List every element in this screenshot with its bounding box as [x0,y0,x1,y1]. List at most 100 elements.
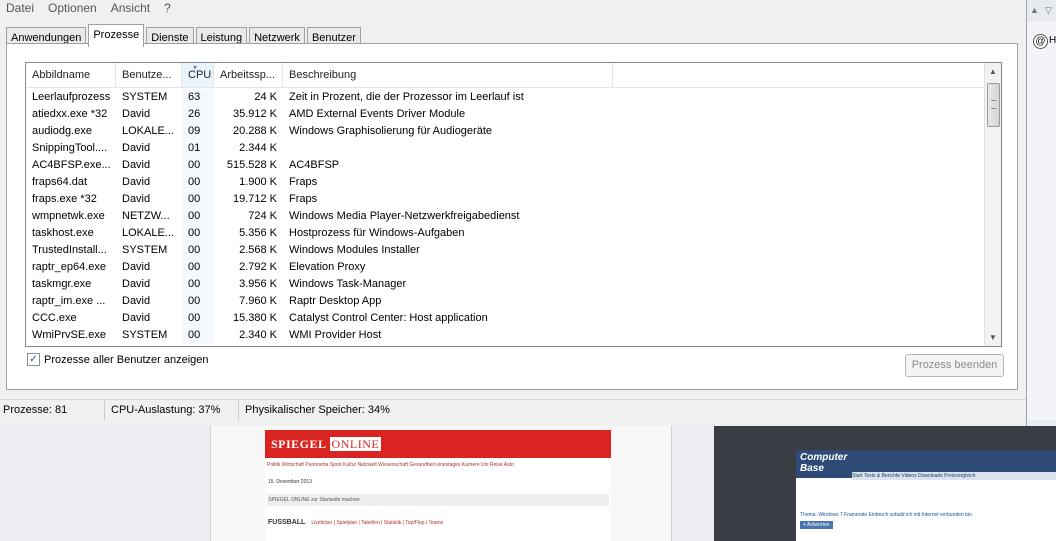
process-name: SnippingTool.... [32,142,108,154]
column-user[interactable]: Benutze... [116,63,182,87]
process-user: LOKALE... [122,227,174,239]
processes-panel: Abbildname Benutze... ▾ CPU Arbeitssp...… [6,43,1018,390]
computerbase-reply-button: + Antworten [800,521,833,529]
process-memory: 3.956 K [239,278,277,290]
scrollbar-thumb[interactable] [987,83,1000,127]
process-cpu: 00 [182,191,214,208]
process-user: SYSTEM [122,329,168,341]
process-row[interactable]: Leerlaufprozess SYSTEM 63 24 K Zeit in Proze… [26,89,984,106]
process-name: CCC.exe [32,312,77,324]
process-description: Windows Task-Manager [289,278,407,290]
process-cpu: 00 [182,310,214,327]
checkmark-icon[interactable]: ✓ [27,353,40,366]
menu-optionen[interactable]: Optionen [48,1,97,15]
column-cpu-label: CPU [188,69,212,81]
menu-datei[interactable]: Datei [6,1,34,15]
process-description: Fraps [289,176,318,188]
process-row[interactable]: atiedxx.exe *32 David 26 35.912 K AMD Extern… [26,106,984,123]
scroll-up-icon[interactable]: ▲ [985,63,1001,80]
process-row[interactable]: raptr_im.exe ... David 00 7.960 K Raptr Desk… [26,293,984,310]
process-user: David [122,176,151,188]
process-memory: 724 K [248,210,277,222]
process-row[interactable]: raptr_ep64.exe David 00 2.792 K Elevation Pr… [26,259,984,276]
process-description: Zeit in Prozent, die der Prozessor im Le… [289,91,524,103]
process-row[interactable]: AC4BFSP.exe... David 00 515.528 K AC4BFSP [26,157,984,174]
process-memory: 35.912 K [232,108,277,120]
process-user: LOKALE... [122,125,174,137]
process-name: audiodg.exe [32,125,92,137]
process-user: David [122,295,151,307]
process-user: David [122,142,151,154]
process-cpu: 63 [182,89,214,106]
column-memory[interactable]: Arbeitssp... [214,63,283,87]
process-name: Leerlaufprozess [32,91,111,103]
computerbase-nav: Start Tests & Berichte Videos Downloads … [852,472,1056,480]
process-cpu: 00 [182,327,214,344]
process-cpu: 00 [182,157,214,174]
process-memory: 5.356 K [239,227,277,239]
process-row[interactable]: taskhost.exe LOKALE... 00 5.356 K Hostprozes… [26,225,984,242]
process-list[interactable]: Abbildname Benutze... ▾ CPU Arbeitssp...… [25,62,1002,347]
process-description: AMD External Events Driver Module [289,108,466,120]
vertical-scrollbar[interactable]: ▲ ▼ [984,63,1001,346]
process-description: Windows Media Player-Netzwerkfreigabedie… [289,210,520,222]
process-row[interactable]: wmpnetwk.exe NETZW... 00 724 K Windows Media… [26,208,984,225]
process-row[interactable]: CCC.exe David 00 15.380 K Catalyst Control C… [26,310,984,327]
computerbase-thread-title: Thema: Windows 7 Framerate Einbruch soba… [800,512,972,518]
scroll-down-icon[interactable]: ▼ [985,329,1001,346]
background-window-edge: ▲ ▽ @ H [1026,0,1056,420]
process-row[interactable]: fraps64.dat David 00 1.900 K Fraps [26,174,984,191]
process-name: taskhost.exe [32,227,94,239]
process-user: David [122,278,151,290]
process-user: David [122,108,151,120]
process-name: TrustedInstall... [32,244,107,256]
process-cpu: 26 [182,106,214,123]
status-memory-usage: Physikalischer Speicher: 34% [245,404,390,416]
process-list-header: Abbildname Benutze... ▾ CPU Arbeitssp...… [26,63,984,88]
spiegel-date: 15. Dezember 2013 [268,479,312,485]
process-user: NETZW... [122,210,170,222]
process-cpu: 00 [182,225,214,242]
process-user: SYSTEM [122,91,168,103]
process-cpu: 00 [182,242,214,259]
task-manager-window: Datei Optionen Ansicht ? Anwendungen Pro… [0,0,1027,427]
process-memory: 2.568 K [239,244,277,256]
menu-bar: Datei Optionen Ansicht ? [0,0,1026,16]
tab-prozesse[interactable]: Prozesse [88,24,145,47]
process-memory: 2.792 K [239,261,277,273]
process-name: raptr_im.exe ... [32,295,106,307]
column-image-name[interactable]: Abbildname [26,63,116,87]
process-cpu: 00 [182,276,214,293]
column-description[interactable]: Beschreibung [283,63,613,87]
process-row[interactable]: TrustedInstall... SYSTEM 00 2.568 K Windows … [26,242,984,259]
process-row[interactable]: audiodg.exe LOKALE... 09 20.288 K Windows Gr… [26,123,984,140]
process-row[interactable]: WmiPrvSE.exe SYSTEM 00 2.340 K WMI Provider … [26,327,984,344]
end-process-button[interactable]: Prozess beenden [905,354,1004,377]
process-memory: 1.900 K [239,176,277,188]
status-process-count: Prozesse: 81 [0,400,105,420]
process-description: Fraps [289,193,318,205]
process-memory: 7.960 K [239,295,277,307]
process-description: Windows Modules Installer [289,244,420,256]
status-cpu-usage: CPU-Auslastung: 37% [105,400,239,420]
menu-help[interactable]: ? [164,1,171,15]
menu-ansicht[interactable]: Ansicht [111,1,150,15]
background-window-text: H [1049,35,1056,46]
process-user: David [122,159,151,171]
process-row[interactable]: fraps.exe *32 David 00 19.712 K Fraps [26,191,984,208]
process-memory: 15.380 K [232,312,277,324]
process-row[interactable]: taskmgr.exe David 00 3.956 K Windows Task-Ma… [26,276,984,293]
process-memory: 2.340 K [239,329,277,341]
process-description: WMI Provider Host [289,329,382,341]
spiegel-logo: SPIEGEL ONLINE [271,437,382,451]
show-all-users-checkbox[interactable]: ✓ Prozesse aller Benutzer anzeigen [27,353,208,366]
process-user: SYSTEM [122,244,168,256]
sort-arrow-icon: ▾ [193,63,198,72]
process-user: David [122,261,151,273]
column-cpu[interactable]: ▾ CPU [182,63,214,87]
process-description: Catalyst Control Center: Host applicatio… [289,312,488,324]
spiegel-homepage-bar: SPIEGEL ONLINE zur Startseite machen [267,494,609,506]
spiegel-nav: Politik Wirtschaft Panorama Sport Kultur… [267,462,515,468]
process-cpu: 09 [182,123,214,140]
process-row[interactable]: SnippingTool.... David 01 2.344 K [26,140,984,157]
